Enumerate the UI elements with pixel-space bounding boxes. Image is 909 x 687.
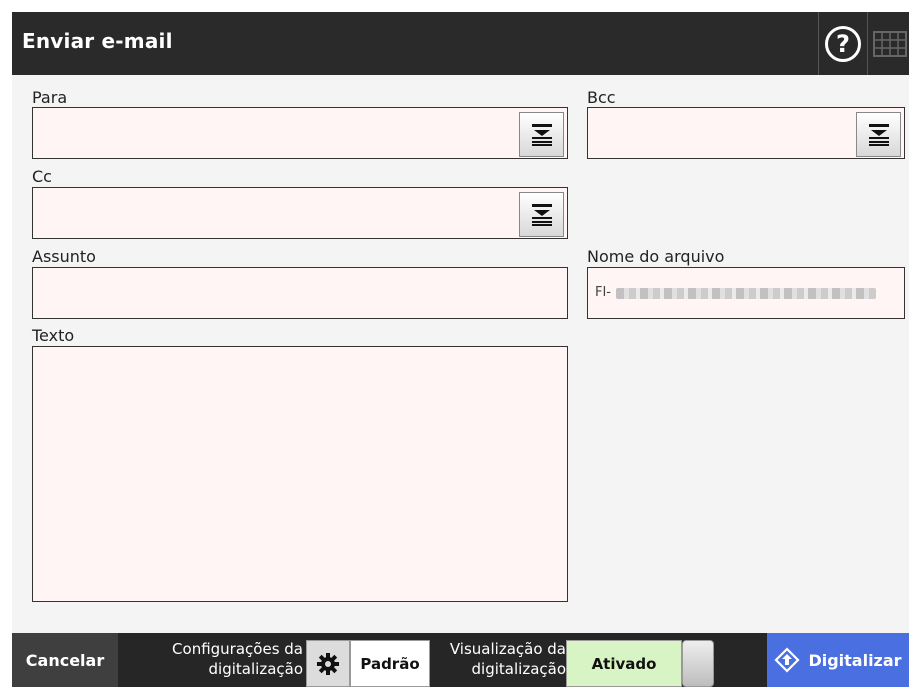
- address-list-icon: [531, 203, 552, 226]
- filename-prefix: FI-: [595, 285, 612, 300]
- body-textarea[interactable]: [33, 347, 567, 601]
- body-field[interactable]: [32, 346, 568, 602]
- address-list-icon: [531, 123, 552, 146]
- scan-preview-label: Visualização da digitalização: [450, 639, 566, 679]
- scan-button[interactable]: Digitalizar: [767, 633, 909, 687]
- help-button[interactable]: ?: [818, 12, 868, 75]
- scan-button-label: Digitalizar: [808, 650, 902, 670]
- scan-diamond-icon: [774, 647, 800, 673]
- help-circle-icon: ?: [825, 25, 861, 62]
- scan-settings-label-line1: Configurações da: [172, 640, 303, 658]
- body-label: Texto: [32, 326, 75, 345]
- bottom-toolbar: Cancelar Configurações da digitalização …: [12, 633, 909, 687]
- cc-address-book-button[interactable]: [519, 192, 564, 237]
- title-bar: Enviar e-mail ?: [12, 12, 909, 75]
- to-field[interactable]: [32, 107, 568, 159]
- cc-field[interactable]: [32, 187, 568, 239]
- subject-label: Assunto: [32, 247, 96, 266]
- scan-preview-toggle-knob[interactable]: [682, 640, 714, 687]
- cc-label: Cc: [32, 167, 52, 186]
- bcc-label: Bcc: [587, 88, 616, 107]
- scan-preview-toggle-value[interactable]: Ativado: [566, 640, 682, 687]
- scan-preview-label-line1: Visualização da: [449, 640, 566, 658]
- subject-input[interactable]: [33, 268, 567, 318]
- email-form: Para Bcc Cc Assunto Nome do arquivo FI- …: [12, 75, 909, 633]
- scan-settings-button[interactable]: [306, 640, 350, 687]
- cc-input[interactable]: [33, 188, 567, 238]
- scan-settings-label: Configurações da digitalização: [172, 639, 303, 679]
- scan-settings-label-line2: digitalização: [208, 660, 303, 678]
- scan-settings-value[interactable]: Padrão: [350, 640, 430, 687]
- filename-label: Nome do arquivo: [587, 247, 725, 266]
- window-title: Enviar e-mail: [22, 29, 173, 53]
- to-address-book-button[interactable]: [519, 112, 564, 157]
- bcc-field[interactable]: [587, 107, 905, 159]
- subject-field[interactable]: [32, 267, 568, 319]
- bcc-address-book-button[interactable]: [856, 112, 901, 157]
- filename-field[interactable]: FI-: [587, 267, 905, 319]
- address-list-icon: [868, 123, 889, 146]
- to-input[interactable]: [33, 108, 567, 158]
- keyboard-icon: [872, 30, 907, 57]
- scan-preview-label-line2: digitalização: [471, 660, 566, 678]
- gear-icon: [317, 652, 339, 675]
- filename-redacted-value: [616, 288, 876, 299]
- keyboard-button[interactable]: [870, 12, 909, 75]
- to-label: Para: [32, 88, 68, 107]
- cancel-button[interactable]: Cancelar: [12, 633, 118, 687]
